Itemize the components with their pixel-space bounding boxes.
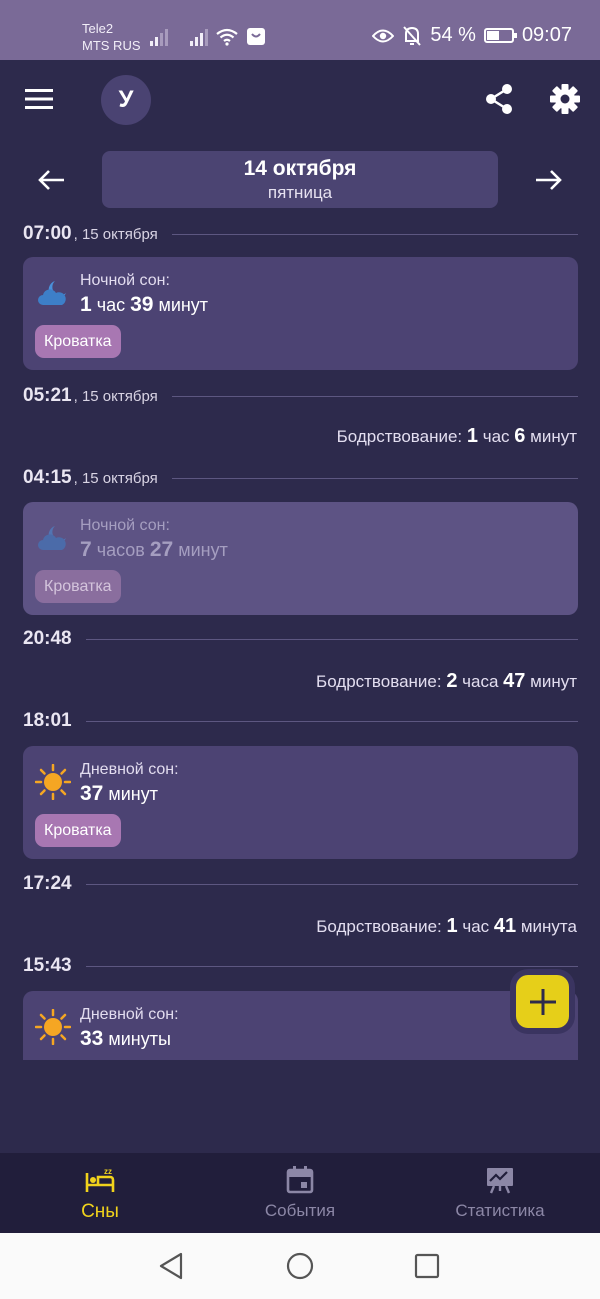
marker-time: 17:24 [23,873,72,894]
menu-button[interactable] [22,82,56,116]
clock: 09:07 [521,24,572,46]
carrier-info: Tele2 MTS RUS [82,20,141,54]
svg-text:zz: zz [104,1167,112,1176]
arrow-left-icon [38,170,64,190]
place-tag: Кроватка [35,325,121,358]
share-icon [486,84,512,114]
date-weekday: пятница [267,183,333,202]
signal-2-icon [190,28,208,46]
sleep-duration: 7 часов 27 минут [80,538,228,561]
date-selector[interactable]: 14 октября пятница [102,151,498,208]
sleep-card[interactable]: Дневной сон: 33 минуты [23,991,578,1060]
home-icon[interactable] [286,1252,314,1280]
sun-icon [35,764,71,800]
sleep-timeline[interactable]: 07:00 , 15 октября Ночной сон: 1 час 39 … [0,215,600,1060]
child-avatar[interactable]: У [101,75,151,125]
time-marker: 18:01 [23,706,578,736]
divider [171,477,578,479]
wake-period: Бодрствование: 1 час 41 минута [316,915,577,937]
eye-icon [372,29,395,42]
marker-time: 18:01 [23,710,72,731]
divider [85,883,578,885]
divider [85,638,578,640]
sleep-duration: 37 минут [80,782,158,805]
top-app-bar: У [0,60,600,140]
system-navigation-bar [0,1233,600,1299]
sleep-duration: 1 час 39 минут [80,293,209,316]
bell-off-icon [403,25,422,46]
divider [171,233,578,235]
time-marker: 05:21 , 15 октября [23,381,578,411]
marker-date: , 15 октября [73,469,158,487]
back-icon[interactable] [158,1252,184,1280]
calendar-icon [286,1166,314,1194]
status-icons-right: 54 % 09:07 [372,24,572,47]
wake-period: Бодрствование: 1 час 6 минут [336,425,577,447]
shopping-bag-icon [247,28,265,45]
sun-icon [35,1009,71,1045]
carrier-2: MTS RUS [82,38,141,53]
carrier-1: Tele2 [82,21,114,36]
time-marker: 20:48 [23,624,578,654]
sleep-type: Ночной сон: [80,272,170,289]
time-marker: 07:00 , 15 октября [23,219,578,249]
status-icons-left [150,26,266,46]
sleep-type: Дневной сон: [80,1006,179,1023]
wake-period: Бодрствование: 2 часа 47 минут [316,670,577,692]
divider [171,395,578,397]
nav-sleeps[interactable]: zz Сны [0,1153,200,1233]
nav-label: Сны [81,1201,119,1222]
date-title: 14 октября [243,157,357,180]
battery-icon [483,28,517,43]
sleep-duration: 33 минуты [80,1027,171,1050]
nav-label: Статистика [455,1201,545,1220]
battery-percent: 54 % [430,24,476,46]
sleep-card[interactable]: Дневной сон: 37 минут Кроватка [23,746,578,859]
signal-icon [150,28,168,46]
time-marker: 15:43 [23,951,578,981]
cloud-moon-icon [38,526,66,550]
nav-statistics[interactable]: Статистика [400,1153,600,1233]
time-marker: 04:15 , 15 октября [23,463,578,493]
cloud-moon-icon [38,281,66,305]
time-marker: 17:24 [23,869,578,899]
status-bar: Tele2 MTS RUS 54 % 09:07 [0,0,600,60]
sleep-card[interactable]: Ночной сон: 7 часов 27 минут Кроватка [23,502,578,615]
place-tag: Кроватка [35,570,121,603]
add-sleep-button[interactable] [516,975,569,1028]
next-day-button[interactable] [532,164,566,196]
divider [85,965,578,967]
divider [85,720,578,722]
arrow-right-icon [536,170,562,190]
marker-time: 20:48 [23,628,72,649]
marker-time: 05:21 [23,385,72,406]
bed-icon: zz [85,1167,115,1192]
avatar-letter: У [118,86,134,113]
hamburger-icon [25,89,53,109]
sleep-type: Дневной сон: [80,761,179,778]
battery-fill [486,31,499,40]
nav-label: События [264,1201,336,1220]
gear-icon [550,84,580,114]
share-button[interactable] [482,82,516,116]
chart-board-icon [487,1168,513,1194]
marker-time: 15:43 [23,955,72,976]
settings-button[interactable] [548,82,582,116]
marker-time: 07:00 [23,223,72,244]
marker-time: 04:15 [23,467,72,488]
prev-day-button[interactable] [34,164,68,196]
place-tag: Кроватка [35,814,121,847]
nav-events[interactable]: События [200,1153,400,1233]
sleep-type: Ночной сон: [80,517,170,534]
marker-date: , 15 октября [73,387,158,405]
recents-icon[interactable] [414,1253,440,1279]
sleep-card[interactable]: Ночной сон: 1 час 39 минут Кроватка [23,257,578,370]
plus-icon [529,988,556,1015]
wifi-icon [216,28,238,46]
marker-date: , 15 октября [73,225,158,243]
bottom-navigation: zz Сны События Статистика [0,1153,600,1233]
